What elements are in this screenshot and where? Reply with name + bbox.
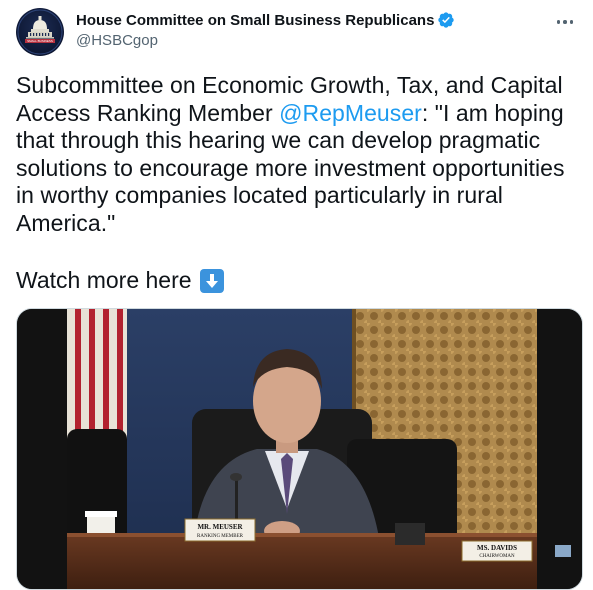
avatar-text: SMALL BUSINESS [27, 39, 53, 43]
watch-more-label: Watch more here [16, 267, 192, 293]
capitol-dome-logo-icon: SMALL BUSINESS [17, 9, 63, 55]
mention-link[interactable]: @RepMeuser [279, 100, 422, 126]
more-options-icon[interactable] [551, 12, 579, 32]
author-name[interactable]: House Committee on Small Business Republ… [76, 12, 434, 29]
nameplate-title: RANKING MEMBER [197, 534, 244, 539]
video-thumbnail[interactable]: MR. MEUSER RANKING MEMBER MS. DAVIDS CHA… [16, 308, 583, 590]
nameplate2-name: MS. DAVIDS [477, 544, 517, 552]
nameplate-name: MR. MEUSER [197, 523, 243, 531]
name-row: House Committee on Small Business Republ… [76, 10, 455, 30]
tweet-header: SMALL BUSINESS House Committee on Small … [16, 6, 583, 58]
down-arrow-emoji-icon [199, 269, 224, 293]
verified-badge-icon [437, 11, 455, 29]
tweet-text: Subcommittee on Economic Growth, Tax, an… [16, 72, 581, 238]
author-handle[interactable]: @HSBCgop [76, 32, 455, 49]
nameplate2-title: CHAIRWOMAN [479, 554, 515, 559]
hearing-video-frame: MR. MEUSER RANKING MEMBER MS. DAVIDS CHA… [17, 309, 582, 589]
watch-more-line: Watch more here [16, 266, 224, 294]
avatar[interactable]: SMALL BUSINESS [16, 8, 64, 56]
author-block: House Committee on Small Business Republ… [76, 10, 455, 49]
